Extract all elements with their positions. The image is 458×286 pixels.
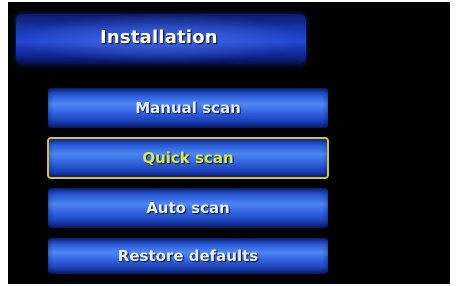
quick-scan-button[interactable]: Quick scan xyxy=(47,137,329,179)
header-bar: Installation xyxy=(16,14,306,64)
restore-defaults-button[interactable]: Restore defaults xyxy=(48,238,328,274)
auto-scan-button[interactable]: Auto scan xyxy=(48,188,328,228)
manual-scan-button[interactable]: Manual scan xyxy=(48,88,328,128)
menu-item-label: Quick scan xyxy=(142,149,234,167)
tv-screen: Installation Manual scan Quick scan Auto… xyxy=(8,2,450,284)
page-title: Installation xyxy=(100,27,218,48)
installation-menu: Manual scan Quick scan Auto scan Restore… xyxy=(47,88,329,284)
menu-item-label: Auto scan xyxy=(146,199,230,217)
menu-item-label: Restore defaults xyxy=(117,247,259,265)
menu-item-label: Manual scan xyxy=(135,99,241,117)
